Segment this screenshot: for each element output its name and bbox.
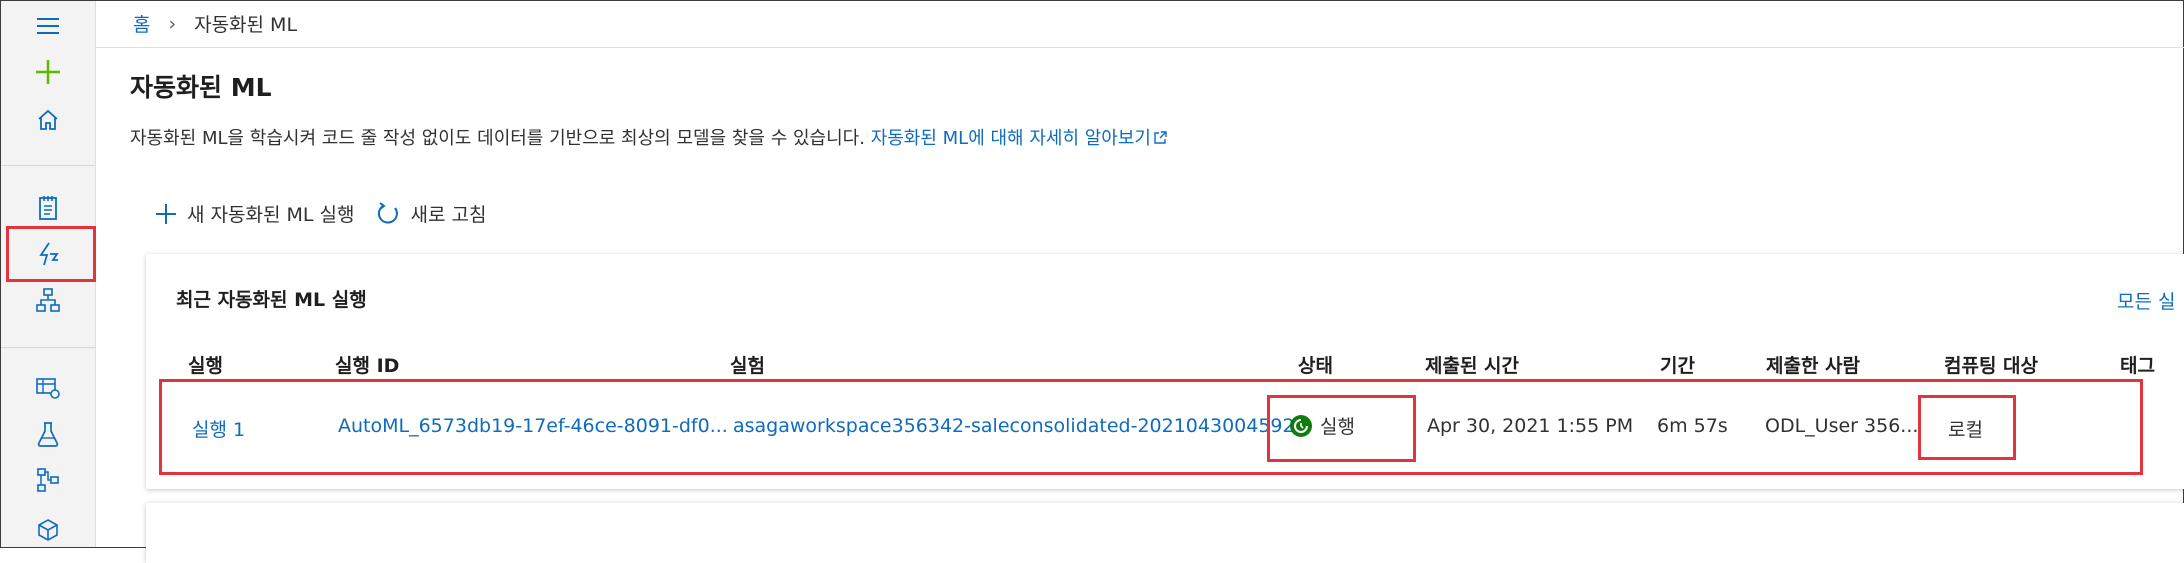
refresh-button[interactable]: 새로 고침 — [376, 200, 486, 227]
header-divider — [96, 47, 2184, 48]
refresh-icon — [378, 201, 399, 223]
plus-icon[interactable] — [31, 55, 65, 89]
description-text: 자동화된 ML을 학습시켜 코드 줄 작성 없이도 데이터를 기반으로 최상의 … — [130, 128, 865, 149]
notebook-icon[interactable] — [31, 191, 65, 225]
automl-nav-highlight — [6, 226, 96, 282]
secondary-card — [146, 503, 2184, 563]
models-icon[interactable] — [31, 513, 65, 547]
breadcrumb-current: 자동화된 ML — [194, 14, 298, 36]
page-title: 자동화된 ML — [130, 73, 272, 102]
breadcrumb: 홈 › 자동화된 ML — [133, 10, 297, 37]
column-header-submitted-by[interactable]: 제출한 사람 — [1766, 351, 1860, 378]
column-header-experiment[interactable]: 실험 — [730, 351, 765, 378]
column-header-duration[interactable]: 기간 — [1660, 351, 1695, 378]
column-header-run[interactable]: 실행 — [188, 351, 223, 378]
card-title: 최근 자동화된 ML 실행 — [176, 289, 367, 311]
column-header-run-id[interactable]: 실행 ID — [335, 351, 399, 378]
column-header-tags[interactable]: 태그 — [2120, 351, 2155, 378]
column-header-submitted[interactable]: 제출된 시간 — [1425, 351, 1519, 378]
toolbar: 새 자동화된 ML 실행 새로 고침 — [155, 200, 508, 227]
pipelines-icon[interactable] — [31, 463, 65, 497]
datasets-icon[interactable] — [31, 371, 65, 405]
new-automl-run-button[interactable]: 새 자동화된 ML 실행 — [155, 200, 354, 227]
experiments-icon[interactable] — [31, 417, 65, 451]
external-link-icon — [1154, 131, 1167, 144]
menu-icon[interactable] — [31, 9, 65, 43]
run-row-highlight — [159, 379, 2143, 475]
column-header-status[interactable]: 상태 — [1298, 351, 1333, 378]
breadcrumb-home[interactable]: 홈 — [133, 10, 150, 37]
compute-highlight — [1918, 395, 2016, 460]
learn-more-link[interactable]: 자동화된 ML에 대해 자세히 알아보기 — [871, 128, 1167, 149]
page-description: 자동화된 ML을 학습시켜 코드 줄 작성 없이도 데이터를 기반으로 최상의 … — [130, 124, 1167, 150]
designer-icon[interactable] — [31, 283, 65, 317]
view-all-link[interactable]: 모든 실 — [2117, 287, 2175, 314]
status-highlight — [1267, 395, 1416, 462]
plus-icon — [156, 203, 176, 224]
home-icon[interactable] — [31, 103, 65, 137]
breadcrumb-separator: › — [168, 12, 177, 35]
column-header-compute[interactable]: 컴퓨팅 대상 — [1944, 351, 2038, 378]
